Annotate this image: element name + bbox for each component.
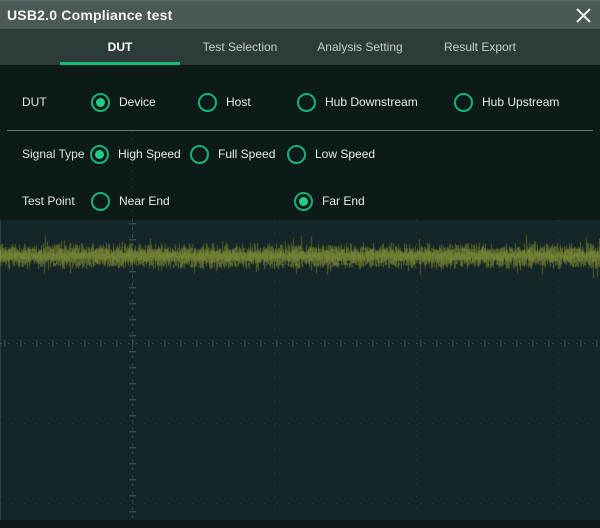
radio-far-end[interactable]: Far End <box>294 187 365 215</box>
graticule-hline <box>0 503 600 504</box>
dialog-content: DUT Device Host Hub Downstream Hub Upstr… <box>0 65 600 220</box>
radio-label: Near End <box>119 194 170 208</box>
radio-icon <box>287 145 306 164</box>
signal-type-row: Signal Type High Speed Full Speed Low Sp… <box>0 140 600 168</box>
radio-label: High Speed <box>118 147 181 161</box>
radio-low-speed[interactable]: Low Speed <box>287 140 375 168</box>
radio-hub-downstream[interactable]: Hub Downstream <box>297 88 418 116</box>
dialog-title: USB2.0 Compliance test <box>7 7 172 23</box>
radio-icon <box>294 192 313 211</box>
radio-icon <box>90 145 109 164</box>
tab-analysis-setting[interactable]: Analysis Setting <box>300 29 420 65</box>
radio-label: Full Speed <box>218 147 275 161</box>
scope-display-area <box>0 220 600 528</box>
radio-label: Far End <box>322 194 365 208</box>
radio-label: Host <box>226 95 251 109</box>
radio-hub-upstream[interactable]: Hub Upstream <box>454 88 559 116</box>
close-button[interactable] <box>569 1 597 30</box>
radio-near-end[interactable]: Near End <box>91 187 170 215</box>
radio-label: Hub Upstream <box>482 95 559 109</box>
dut-row-label: DUT <box>22 88 47 116</box>
radio-icon <box>198 93 217 112</box>
graticule-haxis-ticks <box>4 340 600 347</box>
test-point-row: Test Point Near End Far End <box>0 187 600 215</box>
tab-bar: DUT Test Selection Analysis Setting Resu… <box>0 29 600 65</box>
row-separator <box>7 130 593 131</box>
dut-row: DUT Device Host Hub Downstream Hub Upstr… <box>0 88 600 116</box>
tab-test-selection[interactable]: Test Selection <box>180 29 300 65</box>
graticule-hline <box>0 423 600 424</box>
waveform-trace <box>0 226 600 286</box>
test-point-row-label: Test Point <box>22 187 75 215</box>
radio-high-speed[interactable]: High Speed <box>90 140 181 168</box>
radio-device[interactable]: Device <box>91 88 156 116</box>
close-icon <box>575 7 592 24</box>
tab-result-export[interactable]: Result Export <box>420 29 540 65</box>
radio-icon <box>190 145 209 164</box>
radio-label: Device <box>119 95 156 109</box>
radio-label: Hub Downstream <box>325 95 418 109</box>
radio-icon <box>454 93 473 112</box>
signal-type-row-label: Signal Type <box>22 140 85 168</box>
tab-dut[interactable]: DUT <box>60 29 180 65</box>
radio-icon <box>91 93 110 112</box>
radio-icon <box>297 93 316 112</box>
radio-host[interactable]: Host <box>198 88 251 116</box>
usb-compliance-dialog: USB2.0 Compliance test DUT Test Selectio… <box>0 0 600 528</box>
radio-full-speed[interactable]: Full Speed <box>190 140 275 168</box>
scope-bottom-edge <box>0 520 600 528</box>
radio-icon <box>91 192 110 211</box>
dialog-titlebar[interactable]: USB2.0 Compliance test <box>0 0 600 29</box>
radio-label: Low Speed <box>315 147 375 161</box>
